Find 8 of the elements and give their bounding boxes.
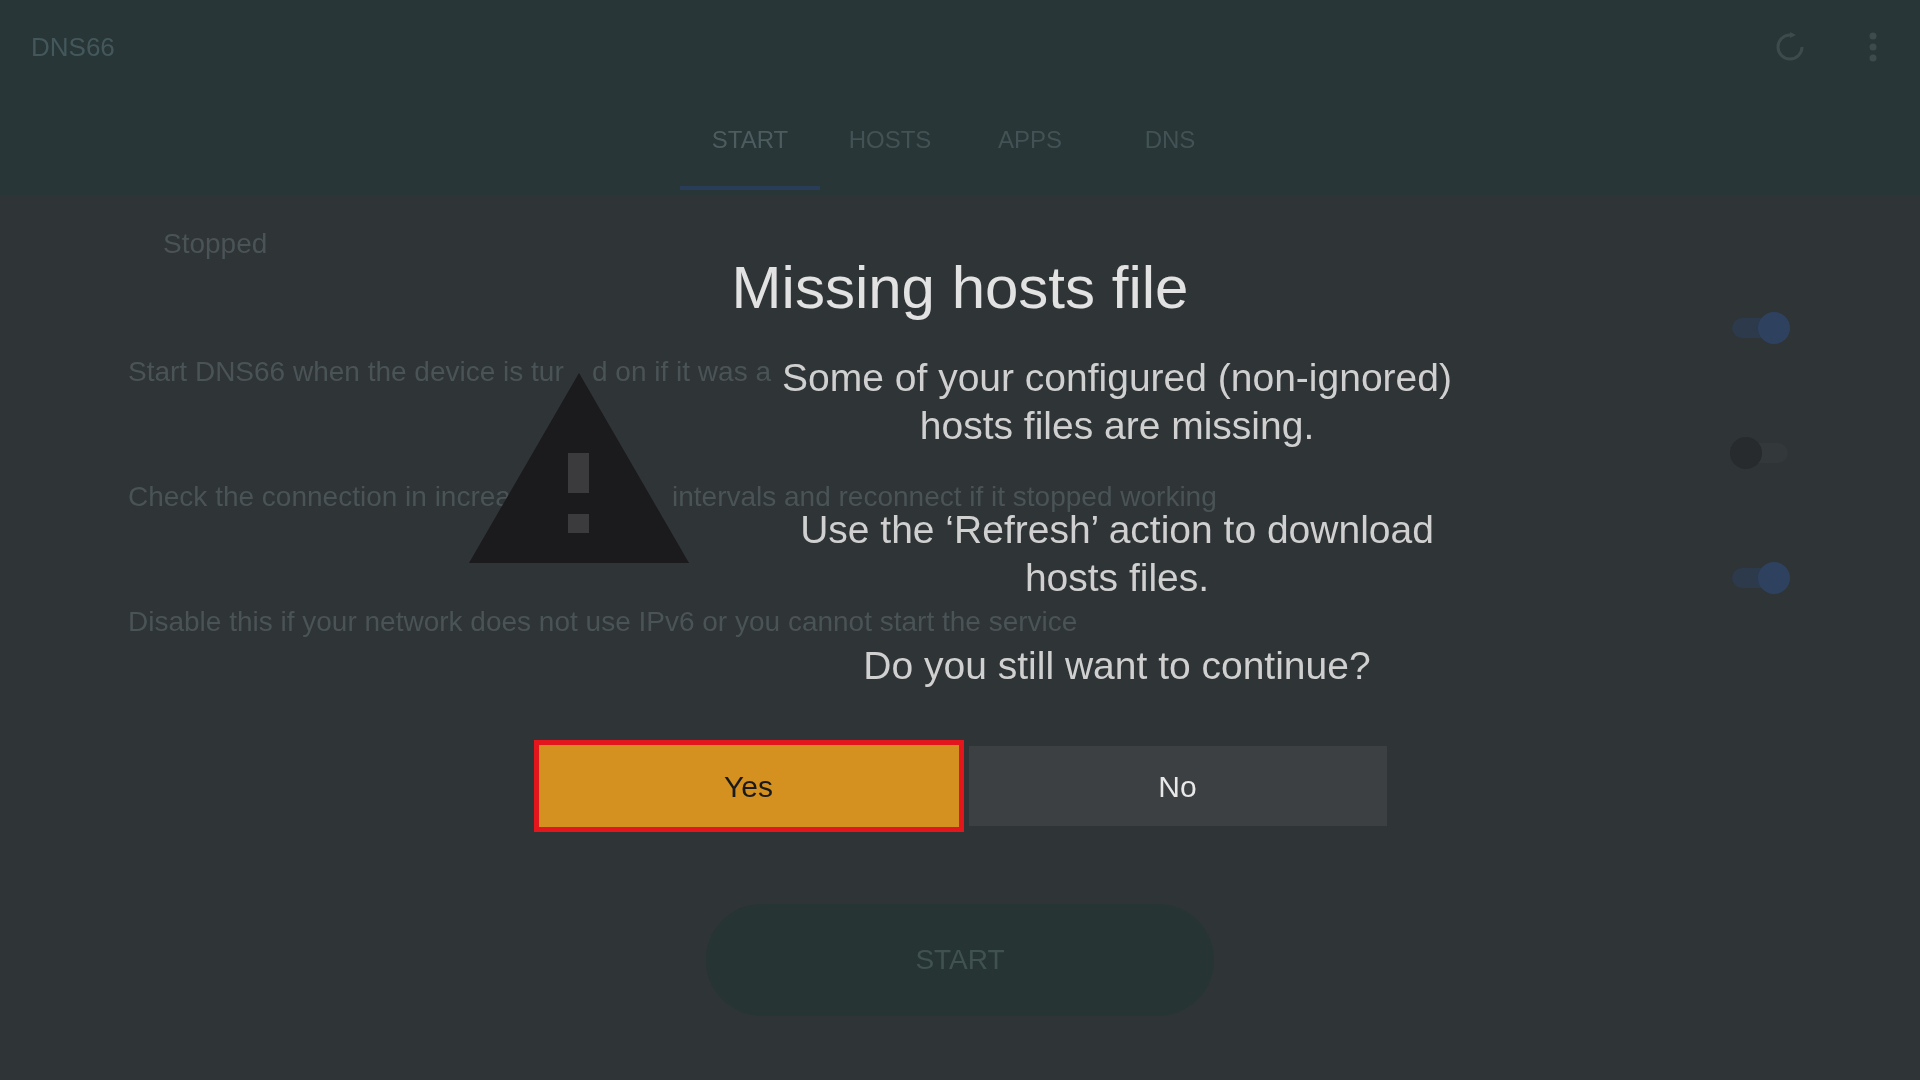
dialog-message: Use the ‘Refresh’ action to download hosts files.: [799, 508, 1435, 601]
dialog-button[interactable]: No: [968, 746, 1387, 826]
toggle-switch[interactable]: [1730, 312, 1790, 344]
dialog-button[interactable]: Yes: [533, 740, 964, 832]
toggle-switch[interactable]: [1730, 562, 1790, 594]
dialog-title: Missing hosts file: [731, 253, 1189, 323]
dialog-message: Some of your configured (non-ignored) hosts files are missing.: [781, 355, 1453, 449]
dialog-message: Do you still want to continue?: [863, 643, 1371, 689]
